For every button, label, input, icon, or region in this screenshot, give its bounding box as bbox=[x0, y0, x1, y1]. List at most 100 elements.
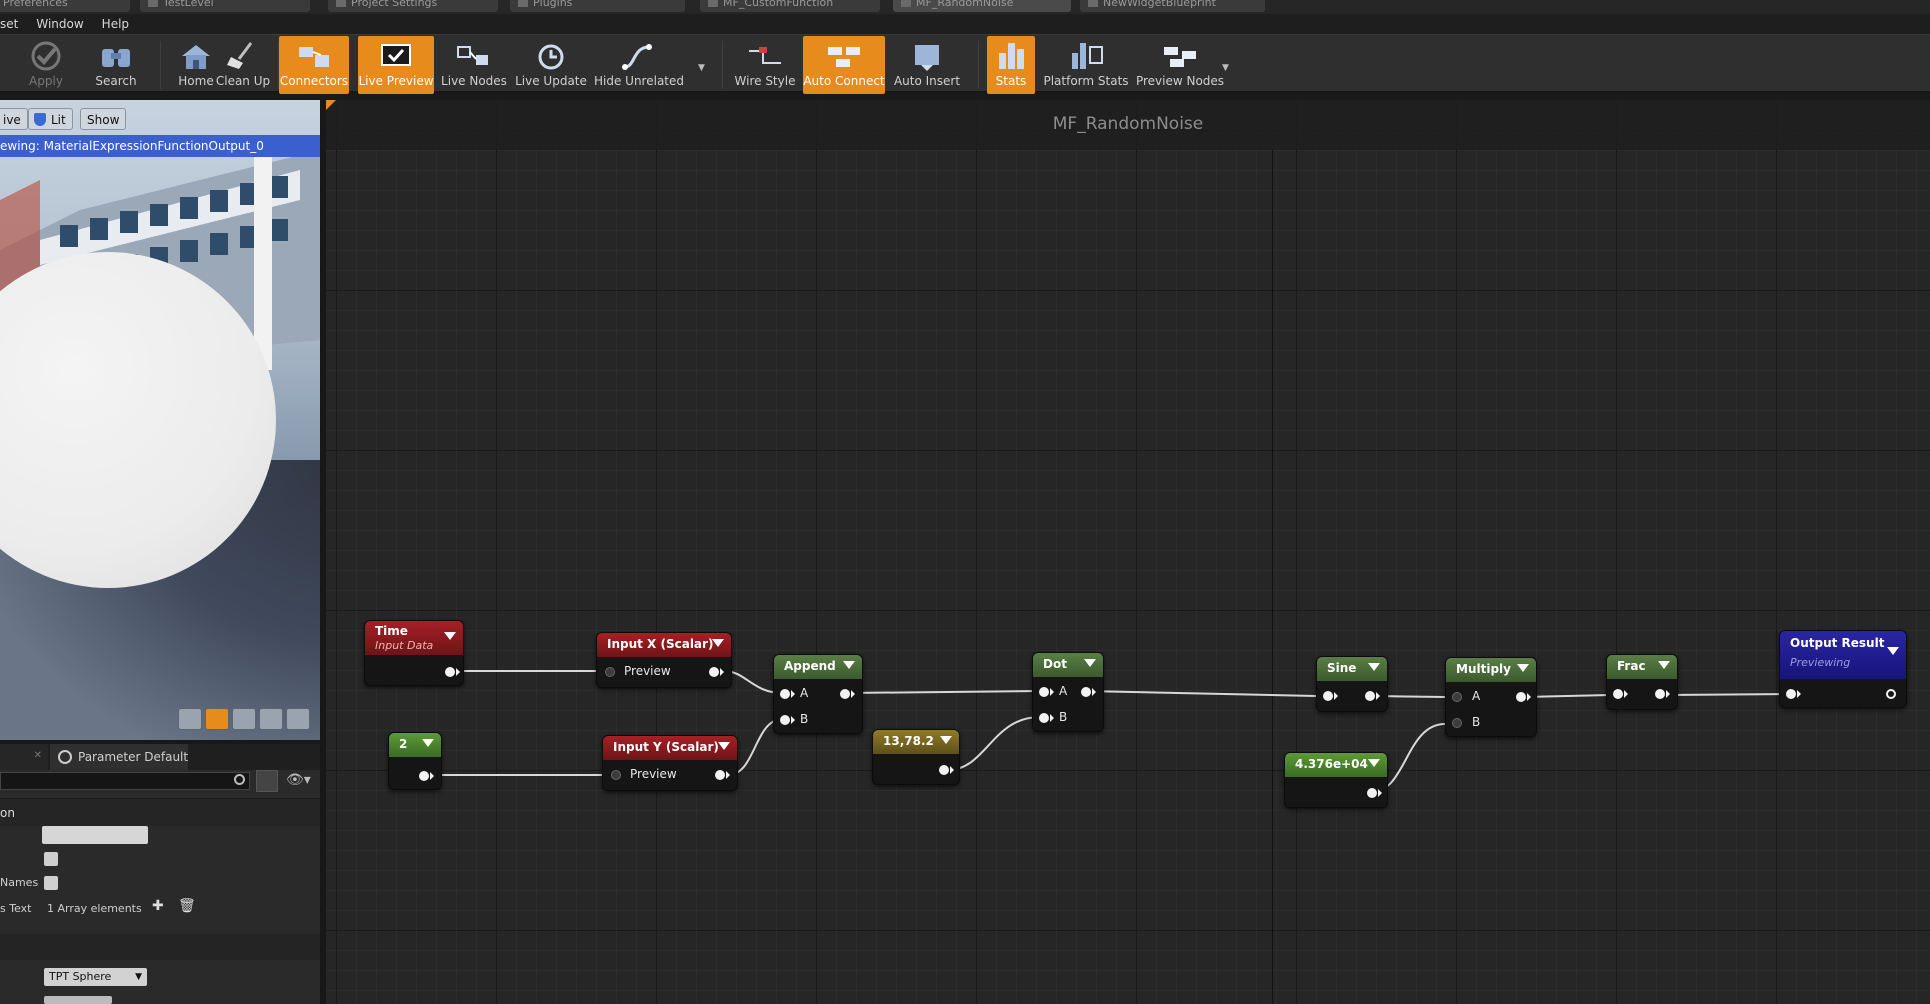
trash-icon[interactable]: 🗑 bbox=[178, 898, 196, 914]
collapse-arrow-icon[interactable] bbox=[1517, 664, 1529, 672]
collapse-arrow-icon[interactable] bbox=[1368, 663, 1380, 671]
collapse-arrow-icon[interactable] bbox=[843, 661, 855, 669]
node-frac[interactable]: Frac bbox=[1606, 654, 1678, 710]
dropdown-arrow-icon[interactable]: ▼ bbox=[1222, 63, 1229, 73]
node-input-x[interactable]: Input X (Scalar) Preview bbox=[596, 632, 732, 688]
material-function-icon bbox=[901, 0, 911, 7]
details-search-input[interactable] bbox=[0, 772, 250, 790]
cube-shape-icon[interactable] bbox=[259, 708, 283, 730]
output-pin[interactable] bbox=[1516, 692, 1526, 702]
output-pin[interactable] bbox=[939, 765, 949, 775]
collapse-arrow-icon[interactable] bbox=[1887, 647, 1899, 655]
output-pin[interactable] bbox=[709, 667, 719, 677]
input-pin[interactable] bbox=[1323, 691, 1333, 701]
custom-mesh-icon[interactable] bbox=[286, 708, 310, 730]
tab-testlevel[interactable]: TestLevel bbox=[140, 0, 310, 12]
previewing-banner: ewing: MaterialExpressionFunctionOutput_… bbox=[0, 135, 320, 157]
add-element-icon[interactable]: ✚ bbox=[152, 898, 164, 914]
node-constant-4376e4[interactable]: 4.376e+04 bbox=[1284, 752, 1388, 808]
collapse-arrow-icon[interactable] bbox=[1368, 759, 1380, 767]
platform-stats-button[interactable]: Platform Stats bbox=[1040, 36, 1132, 94]
node-sine[interactable]: Sine bbox=[1316, 656, 1388, 712]
viewport-realtime-button[interactable]: ive bbox=[0, 108, 28, 130]
level-icon bbox=[148, 0, 158, 7]
input-pin-a[interactable] bbox=[1039, 687, 1049, 697]
preview-nodes-button[interactable]: Preview Nodes bbox=[1136, 36, 1224, 94]
node-constant-2[interactable]: 2 bbox=[388, 732, 442, 790]
output-pin[interactable] bbox=[715, 770, 725, 780]
collapse-arrow-icon[interactable] bbox=[712, 639, 724, 647]
tab-project-settings[interactable]: Project Settings bbox=[328, 0, 498, 12]
node-dot[interactable]: Dot A B bbox=[1032, 652, 1104, 732]
eye-icon[interactable]: 👁▾ bbox=[286, 772, 311, 788]
auto-insert-button[interactable]: Auto Insert bbox=[890, 36, 964, 94]
collapse-arrow-icon[interactable] bbox=[1084, 659, 1096, 667]
tab-mf-customfunction[interactable]: MF_CustomFunction bbox=[700, 0, 880, 12]
category-header[interactable]: on bbox=[0, 798, 320, 826]
live-nodes-button[interactable]: Live Nodes bbox=[440, 36, 508, 94]
collapse-arrow-icon[interactable] bbox=[444, 632, 456, 640]
expose-checkbox[interactable] bbox=[44, 852, 58, 866]
tab-parameter-defaults[interactable]: Parameter Default: bbox=[50, 744, 188, 770]
node-multiply[interactable]: Multiply A B bbox=[1445, 657, 1537, 737]
output-pin[interactable] bbox=[1365, 691, 1375, 701]
output-pin[interactable] bbox=[1655, 689, 1665, 699]
viewport-lit-button[interactable]: Lit bbox=[28, 108, 73, 130]
names-checkbox[interactable] bbox=[44, 876, 58, 890]
tab-details[interactable]: ✕ bbox=[0, 744, 48, 770]
preview-viewport[interactable]: ive Lit Show ewing: MaterialExpressionFu… bbox=[0, 100, 320, 740]
material-graph[interactable]: MF_RandomNoise Time Input Data 2 Input X… bbox=[326, 100, 1930, 1004]
sphere-shape-icon[interactable] bbox=[205, 708, 229, 730]
collapse-arrow-icon[interactable] bbox=[718, 742, 730, 750]
output-pin[interactable] bbox=[1886, 689, 1896, 699]
menu-asset[interactable]: set bbox=[0, 14, 27, 34]
viewport-show-button[interactable]: Show bbox=[80, 108, 127, 130]
output-pin[interactable] bbox=[1081, 687, 1091, 697]
close-icon[interactable]: ✕ bbox=[34, 750, 42, 761]
stats-button[interactable]: Stats bbox=[987, 36, 1035, 94]
pin-arrow-icon bbox=[1050, 688, 1054, 696]
preview-input-pin[interactable] bbox=[605, 667, 615, 677]
output-pin[interactable] bbox=[840, 689, 850, 699]
output-pin[interactable] bbox=[419, 771, 429, 781]
input-pin[interactable] bbox=[1786, 689, 1796, 699]
input-pin-b[interactable] bbox=[1039, 713, 1049, 723]
tab-plugins[interactable]: Plugins bbox=[510, 0, 685, 12]
collapse-arrow-icon[interactable] bbox=[1658, 661, 1670, 669]
hide-unrelated-button[interactable]: Hide Unrelated bbox=[594, 36, 684, 94]
collapse-arrow-icon[interactable] bbox=[422, 739, 434, 747]
collapse-arrow-icon[interactable] bbox=[940, 736, 952, 744]
plane-shape-icon[interactable] bbox=[232, 708, 256, 730]
search-button[interactable]: Search bbox=[84, 36, 148, 94]
input-pin-a[interactable] bbox=[780, 689, 790, 699]
output-pin[interactable] bbox=[445, 667, 455, 677]
dropdown-arrow-icon[interactable]: ▼ bbox=[698, 63, 705, 73]
cylinder-shape-icon[interactable] bbox=[178, 708, 202, 730]
live-preview-button[interactable]: Live Preview bbox=[358, 36, 434, 94]
input-pin[interactable] bbox=[1613, 689, 1623, 699]
menu-window[interactable]: Window bbox=[27, 14, 92, 34]
input-pin-b[interactable] bbox=[1452, 718, 1462, 728]
wire-style-button[interactable]: Wire Style bbox=[730, 36, 800, 94]
input-pin-b[interactable] bbox=[780, 715, 790, 725]
node-constant-vec2[interactable]: 13,78.2 bbox=[872, 729, 960, 785]
tab-mf-randomnoise[interactable]: MF_RandomNoise bbox=[893, 0, 1071, 12]
preview-input-pin[interactable] bbox=[611, 770, 621, 780]
preview-mesh-combo[interactable]: TPT Sphere ▼ bbox=[44, 968, 147, 986]
input-pin-a[interactable] bbox=[1452, 692, 1462, 702]
connectors-button[interactable]: Connectors bbox=[279, 36, 349, 94]
description-input[interactable] bbox=[42, 826, 148, 844]
auto-connect-button[interactable]: Auto Connect bbox=[803, 36, 885, 94]
tab-preferences[interactable]: Preferences bbox=[0, 0, 130, 12]
node-time[interactable]: Time Input Data bbox=[364, 620, 464, 686]
cleanup-button[interactable]: Clean Up bbox=[212, 36, 274, 94]
menu-help[interactable]: Help bbox=[93, 14, 138, 34]
node-input-y[interactable]: Input Y (Scalar) Preview bbox=[602, 735, 738, 791]
apply-button[interactable]: Apply bbox=[14, 36, 78, 94]
node-output-result[interactable]: Output Result Previewing bbox=[1779, 630, 1907, 708]
live-update-button[interactable]: Live Update bbox=[515, 36, 587, 94]
tab-newwidgetblueprint[interactable]: NewWidgetBlueprint bbox=[1080, 0, 1265, 12]
view-options-grid-icon[interactable] bbox=[256, 770, 278, 792]
output-pin[interactable] bbox=[1367, 788, 1377, 798]
node-append[interactable]: Append A B bbox=[773, 654, 863, 734]
